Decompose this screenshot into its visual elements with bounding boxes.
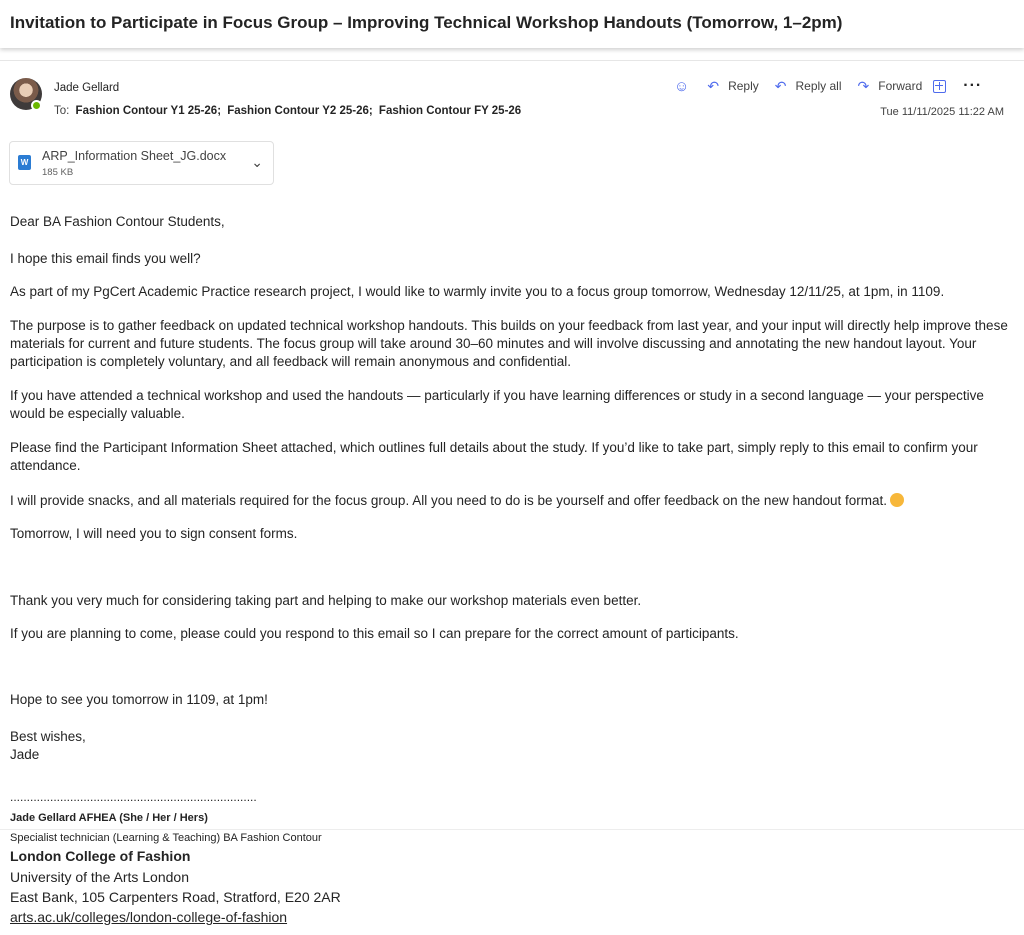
reply-icon: ↶ <box>707 77 720 94</box>
to-label: To: <box>54 105 70 117</box>
divider <box>0 829 1024 830</box>
header-divider <box>0 60 1024 61</box>
attachment-name: ARP_Information Sheet_JG.docx <box>42 149 227 163</box>
presence-status-icon <box>31 100 42 111</box>
grinning-emoji-icon <box>890 493 905 507</box>
greeting: Dear BA Fashion Contour Students, <box>10 214 225 229</box>
body-paragraph: Please find the Participant Information … <box>10 440 978 473</box>
body-paragraph: Thank you very much for considering taki… <box>10 593 642 608</box>
received-datetime: Tue 11/11/2025 11:22 AM <box>880 106 1004 118</box>
recipient[interactable]: Fashion Contour FY 25-26 <box>379 105 521 117</box>
subject-bar: Invitation to Participate in Focus Group… <box>0 0 1024 48</box>
signature-link[interactable]: arts.ac.uk/colleges/london-college-of-fa… <box>10 908 287 926</box>
recipient[interactable]: Fashion Contour Y2 25-26; <box>227 105 372 117</box>
recipient[interactable]: Fashion Contour Y1 25-26; <box>76 105 221 117</box>
signature-role: Specialist technician (Learning & Teachi… <box>10 832 322 844</box>
apps-icon[interactable] <box>933 79 947 93</box>
more-options-button[interactable]: ··· <box>963 77 982 95</box>
signature-address: East Bank, 105 Carpenters Road, Stratfor… <box>10 889 341 905</box>
attachment-card[interactable]: W ARP_Information Sheet_JG.docx 185 KB ⌄ <box>9 141 274 185</box>
body-paragraph: Tomorrow, I will need you to sign consen… <box>10 526 298 541</box>
sender-name[interactable]: Jade Gellard <box>54 82 119 94</box>
reply-button[interactable]: ↶ Reply <box>707 78 758 95</box>
body-paragraph: I hope this email finds you well? <box>10 251 201 266</box>
body-paragraph-with-emoji: I will provide snacks, and all materials… <box>10 492 1010 510</box>
signature-university: University of the Arts London <box>10 869 189 885</box>
reply-all-button[interactable]: ↶ Reply all <box>775 78 842 95</box>
word-doc-icon: W <box>18 155 31 170</box>
body-paragraph: If you have attended a technical worksho… <box>10 388 984 421</box>
signature-college: London College of Fashion <box>10 848 191 864</box>
attachment-size: 185 KB <box>42 167 74 178</box>
email-subject: Invitation to Participate in Focus Group… <box>10 13 843 32</box>
forward-icon: ↷ <box>857 77 870 94</box>
signoff: Best wishes, <box>10 729 86 744</box>
recipients-line: To: Fashion Contour Y1 25-26; Fashion Co… <box>54 105 521 117</box>
body-paragraph: Hope to see you tomorrow in 1109, at 1pm… <box>10 692 268 707</box>
body-paragraph: The purpose is to gather feedback on upd… <box>10 318 1008 369</box>
smiley-icon[interactable]: ☺ <box>674 78 689 95</box>
reply-all-icon: ↶ <box>774 77 787 94</box>
message-actions: ☺ ↶ Reply ↶ Reply all ↷ Forward ··· <box>674 76 982 96</box>
forward-button[interactable]: ↷ Forward <box>858 78 923 95</box>
body-paragraph: I will provide snacks, and all materials… <box>10 493 888 508</box>
signature-name: Jade Gellard AFHEA (She / Her / Hers) <box>10 812 208 824</box>
signature-divider: ........................................… <box>10 790 257 804</box>
signoff-name: Jade <box>10 747 40 762</box>
chevron-down-icon[interactable]: ⌄ <box>251 154 263 171</box>
body-paragraph: As part of my PgCert Academic Practice r… <box>10 284 945 299</box>
body-paragraph: If you are planning to come, please coul… <box>10 626 739 641</box>
